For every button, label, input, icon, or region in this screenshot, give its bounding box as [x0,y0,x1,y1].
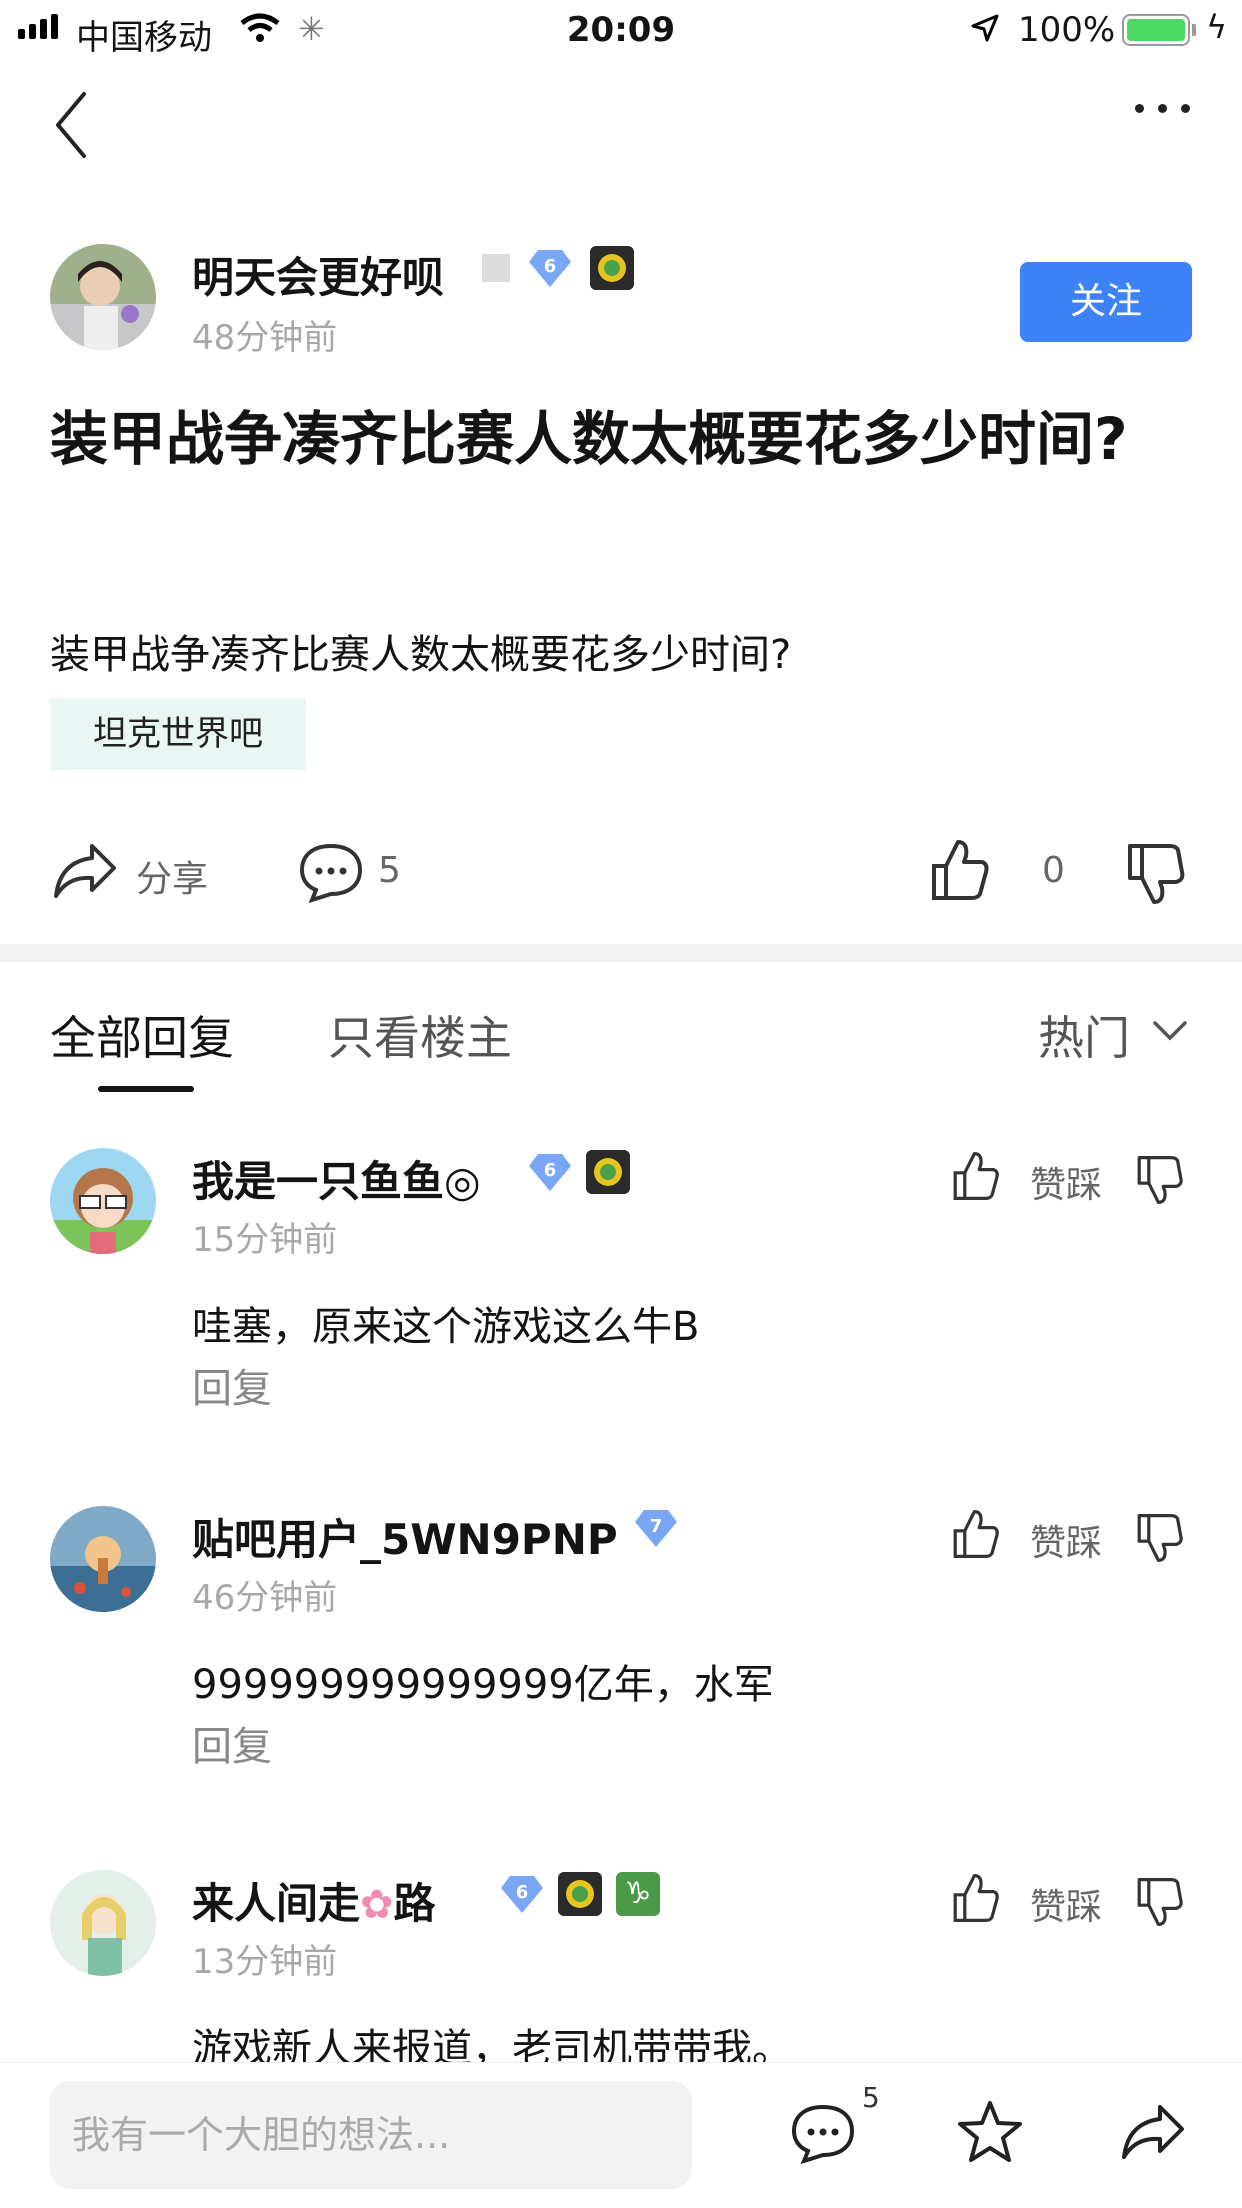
sort-dropdown[interactable]: 热门 [1038,1002,1130,1068]
reply-author-name[interactable]: 我是一只鱼鱼◎ [192,1148,481,1209]
vote-label[interactable]: 赞踩 [1030,1514,1102,1566]
reply-avatar[interactable] [50,1506,156,1612]
author-avatar[interactable] [50,244,156,350]
reply-time: 46分钟前 [192,1578,338,1618]
comment-count-badge: 5 [862,2081,880,2114]
thumbs-down-icon[interactable] [1136,1512,1184,1568]
reply-text: 哇塞，原来这个游戏这么牛B [192,1304,700,1350]
post-author-header: 明天会更好呗 6 48分钟前 关注 [50,244,1192,358]
more-options-icon[interactable] [1135,104,1190,113]
level-number: 6 [515,1882,529,1903]
medal-badge-icon [558,1872,602,1916]
battery-percent: 100% [1018,10,1116,50]
vote-label[interactable]: 赞踩 [1030,1156,1102,1208]
reply-avatar[interactable] [50,1870,156,1976]
comment-icon[interactable] [790,2103,856,2169]
upvote-count: 0 [1042,850,1065,891]
level-diamond-icon: 6 [528,1152,572,1192]
post-detail-page: 中国移动 ✳ 20:09 100% ϟ 明天会更好呗 6 48分钟前 关注 装甲… [0,0,1242,2208]
back-icon[interactable] [52,90,92,164]
share-label[interactable]: 分享 [136,850,208,902]
forum-tag[interactable]: 坦克世界吧 [50,698,306,770]
thumbs-up-icon[interactable] [952,1508,1000,1564]
level-number: 6 [543,1160,557,1181]
reply-button[interactable]: 回复 [192,1356,272,1414]
level-diamond-icon: 6 [528,248,572,288]
section-divider [0,944,1242,962]
share-icon[interactable] [52,840,118,906]
thumbs-down-icon[interactable] [1126,842,1186,910]
thumbs-up-icon[interactable] [930,838,990,906]
location-arrow-icon [970,12,1000,52]
battery-cap [1192,24,1196,36]
reply-avatar[interactable] [50,1148,156,1254]
capricorn-badge-icon: ♑ [616,1872,660,1916]
thumbs-down-icon[interactable] [1136,1154,1184,1210]
medal-badge-icon [590,246,634,290]
reply-text: 999999999999999亿年，水军 [192,1662,774,1708]
reply-button[interactable]: 回复 [192,1714,272,1772]
tab-all-replies[interactable]: 全部回复 [50,1002,234,1068]
post-title: 装甲战争凑齐比赛人数太概要花多少时间? [50,405,1128,473]
medal-badge-icon [586,1150,630,1194]
follow-button[interactable]: 关注 [1020,262,1192,342]
battery-icon [1122,14,1190,46]
comment-icon[interactable] [298,842,364,908]
author-badges: 6 [482,246,634,290]
thumbs-down-icon[interactable] [1136,1876,1184,1932]
reply-tabs: 全部回复 只看楼主 热门 [0,994,1242,1094]
reply-input[interactable] [50,2081,692,2189]
reply-author-name[interactable]: 贴吧用户_5WN9PNP [192,1506,618,1567]
reply-item: 贴吧用户_5WN9PNP 7 46分钟前 赞踩 999999999999999亿… [0,1506,1242,1806]
share-icon[interactable] [1120,2101,1186,2167]
level-diamond-icon: 6 [500,1874,544,1914]
reply-time: 13分钟前 [192,1942,338,1982]
active-tab-indicator [98,1086,194,1092]
reply-badges: 6 ♑ [500,1872,660,1916]
reply-badges: 6 [528,1150,630,1194]
chevron-down-icon[interactable] [1152,1020,1188,1046]
post-body: 装甲战争凑齐比赛人数太概要花多少时间? [50,632,792,678]
bottom-reply-bar: 5 [0,2062,1242,2208]
thumbs-up-icon[interactable] [952,1872,1000,1928]
charging-bolt-icon: ϟ [1206,8,1228,46]
level-number: 7 [649,1516,663,1537]
level-diamond-icon: 7 [634,1508,678,1548]
reply-item: 我是一只鱼鱼◎ 6 15分钟前 赞踩 哇塞，原来这个游戏这么牛B 回复 [0,1148,1242,1448]
flower-emoji-icon: ✿ [360,1882,394,1928]
thumbs-up-icon[interactable] [952,1150,1000,1206]
reply-time: 15分钟前 [192,1220,338,1260]
star-icon[interactable] [956,2099,1024,2169]
reply-badges: 7 [634,1508,678,1548]
vote-label[interactable]: 赞踩 [1030,1878,1102,1930]
nav-bar [0,64,1242,184]
author-name[interactable]: 明天会更好呗 [192,244,444,305]
tab-op-only[interactable]: 只看楼主 [328,1002,512,1068]
gray-badge-icon [482,254,510,282]
comment-count: 5 [378,850,401,891]
status-bar: 中国移动 ✳ 20:09 100% ϟ [0,0,1242,64]
post-time: 48分钟前 [192,318,338,358]
level-number: 6 [543,256,557,277]
post-action-bar: 分享 5 0 [0,834,1242,914]
reply-author-name[interactable]: 来人间走✿路 [192,1870,436,1931]
